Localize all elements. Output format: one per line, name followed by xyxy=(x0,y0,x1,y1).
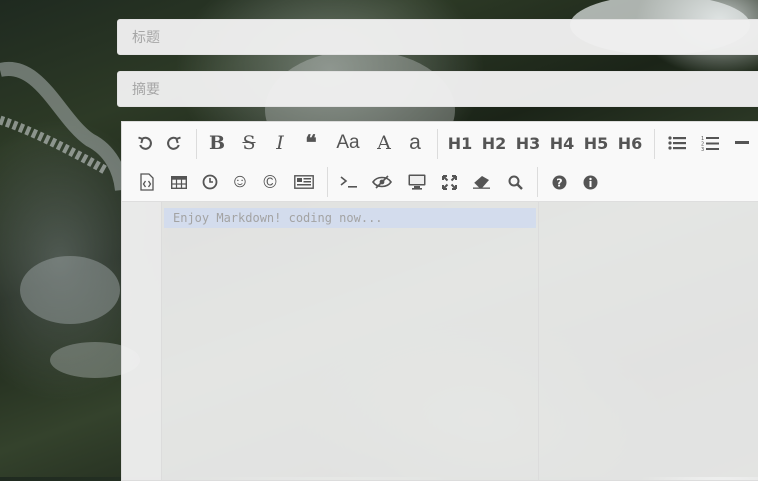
emoji-icon[interactable]: ☺ xyxy=(229,169,251,195)
svg-text:3: 3 xyxy=(701,147,704,152)
terminal-icon[interactable] xyxy=(337,169,361,195)
uppercase-icon[interactable]: Aa xyxy=(333,130,363,156)
heading-5-button[interactable]: H5 xyxy=(583,130,609,156)
first-uppercase-icon[interactable]: A xyxy=(373,130,395,156)
table-icon[interactable] xyxy=(168,169,190,195)
title-input[interactable] xyxy=(117,19,758,55)
heading-6-button[interactable]: H6 xyxy=(617,130,643,156)
toolbar-divider xyxy=(196,129,197,159)
toolbar-divider xyxy=(327,167,328,197)
heading-1-button[interactable]: H1 xyxy=(447,130,473,156)
markdown-preview-area xyxy=(539,202,758,480)
summary-input[interactable] xyxy=(117,71,758,107)
toolbar-divider xyxy=(537,167,538,197)
unordered-list-icon[interactable] xyxy=(666,130,688,156)
markdown-editor: B S I ❝ Aa A a H1 H2 H3 H4 H5 H6 123 ☺ ©… xyxy=(121,121,758,481)
help-icon[interactable]: ? xyxy=(548,169,570,195)
heading-3-button[interactable]: H3 xyxy=(515,130,541,156)
fullscreen-icon[interactable] xyxy=(438,169,460,195)
svg-text:?: ? xyxy=(556,176,562,189)
undo-icon[interactable] xyxy=(134,130,156,156)
line-number-gutter xyxy=(122,202,162,480)
code-block-icon[interactable] xyxy=(136,169,158,195)
clear-icon[interactable] xyxy=(470,169,494,195)
quote-icon[interactable]: ❝ xyxy=(300,130,322,156)
watch-toggle-icon[interactable] xyxy=(370,169,394,195)
heading-2-button[interactable]: H2 xyxy=(481,130,507,156)
html-entities-icon[interactable]: © xyxy=(259,169,281,195)
strikethrough-icon[interactable]: S xyxy=(238,130,260,156)
pagebreak-icon[interactable] xyxy=(292,169,316,195)
toolbar-divider xyxy=(654,129,655,159)
lowercase-icon[interactable]: a xyxy=(404,130,426,156)
italic-icon[interactable]: I xyxy=(269,130,291,156)
bold-icon[interactable]: B xyxy=(206,130,228,156)
markdown-input-area[interactable]: Enjoy Markdown! coding now... xyxy=(162,202,539,480)
horizontal-rule-icon[interactable] xyxy=(732,130,752,156)
datetime-icon[interactable] xyxy=(199,169,221,195)
toolbar-divider xyxy=(437,129,438,159)
preview-icon[interactable] xyxy=(405,169,429,195)
info-icon[interactable] xyxy=(579,169,601,195)
ordered-list-icon[interactable]: 123 xyxy=(699,130,721,156)
editor-placeholder: Enjoy Markdown! coding now... xyxy=(164,208,536,228)
heading-4-button[interactable]: H4 xyxy=(549,130,575,156)
search-icon[interactable] xyxy=(504,169,526,195)
editor-toolbar: B S I ❝ Aa A a H1 H2 H3 H4 H5 H6 123 ☺ ©… xyxy=(122,122,758,202)
redo-icon[interactable] xyxy=(163,130,185,156)
